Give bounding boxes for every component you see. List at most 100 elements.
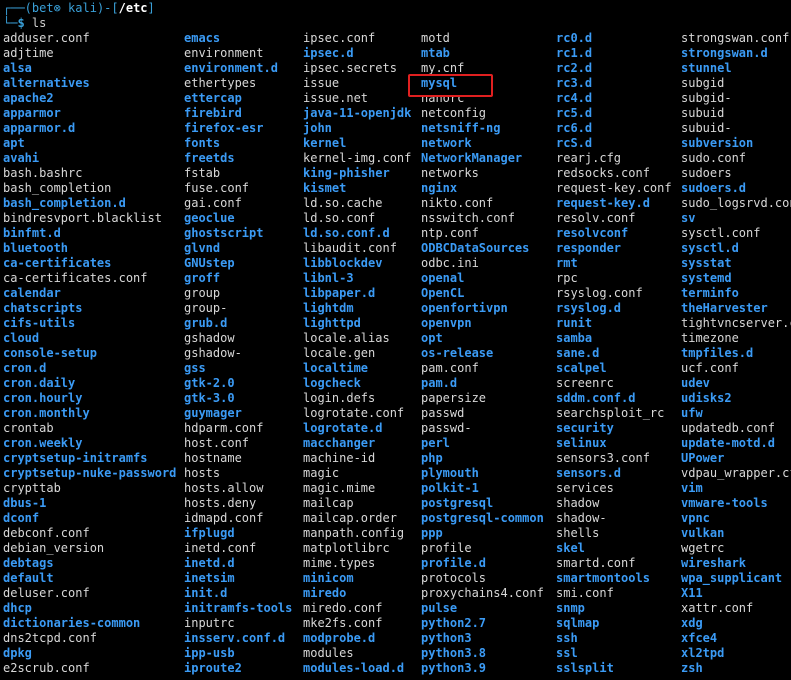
directory-entry: UPower [681,451,725,465]
directory-entry: rc2.d [556,61,593,75]
directory-entry: request-key.d [556,196,650,210]
prompt-corner: └─ [3,16,18,30]
directory-entry: scalpel [556,361,607,375]
file-entry: magic [303,466,340,480]
directory-entry: rc5.d [556,106,593,120]
directory-entry: cron.hourly [3,391,83,405]
directory-entry: ipsec.d [303,46,354,60]
directory-entry: snmp [556,601,585,615]
directory-entry: freetds [184,151,235,165]
file-entry: rpc [556,271,578,285]
command-line[interactable]: └─$ ls [3,16,46,31]
directory-entry: minicom [303,571,354,585]
file-entry: ntp.conf [421,226,479,240]
file-entry: wgetrc [681,541,725,555]
command-text: ls [31,16,47,30]
directory-entry: rc4.d [556,91,593,105]
directory-entry: apache2 [3,91,54,105]
file-entry: host.conf [184,436,250,450]
ls-column: adduser.conf adjtime alsa alternatives apach… [3,31,177,676]
file-entry: vdpau_wrapper.cfg [681,466,791,480]
directory-entry: ifplugd [184,526,235,540]
file-entry: hostname [184,451,242,465]
prompt-path: /etc [118,1,148,15]
directory-entry: init.d [184,586,228,600]
file-entry: locale.gen [303,346,376,360]
directory-entry: vulkan [681,526,725,540]
directory-entry: gtk-2.0 [184,376,235,390]
directory-entry: emacs [184,31,221,45]
file-entry: logrotate.conf [303,406,405,420]
directory-entry: udev [681,376,710,390]
file-entry: ucf.conf [681,361,739,375]
directory-entry: dconf [3,511,40,525]
directory-entry: security [556,421,614,435]
prompt-close: ] [147,1,155,15]
directory-entry: vpnc [681,511,710,525]
file-entry: shells [556,526,600,540]
directory-entry: logrotate.d [303,421,383,435]
directory-entry: cryptsetup-initramfs [3,451,148,465]
directory-entry: xfce4 [681,631,718,645]
file-entry: gshadow- [184,346,242,360]
directory-entry: calendar [3,286,61,300]
directory-entry: inetd.d [184,556,235,570]
directory-entry: insserv.conf.d [184,631,286,645]
directory-entry: ODBCDataSources [421,241,530,255]
ls-column: motd mtab my.cnf mysql nanorc netconfig netsni… [421,31,551,676]
directory-entry: netsniff-ng [421,121,501,135]
terminal-window[interactable]: ┌──(bet⊗ kali)-[/etc] └─$ ls adduser.con… [0,0,791,680]
directory-entry: dhcp [3,601,32,615]
file-entry: crontab [3,421,54,435]
file-entry: nsswitch.conf [421,211,515,225]
directory-entry: king-phisher [303,166,390,180]
directory-entry: NetworkManager [421,151,523,165]
directory-entry: firebird [184,106,242,120]
file-entry: gshadow [184,331,235,345]
file-entry: odbc.ini [421,256,479,270]
prompt-mid: )-[ [96,1,119,15]
directory-entry: vim [681,481,703,495]
directory-entry: xl2tpd [681,646,725,660]
directory-entry: sensors.d [556,466,622,480]
directory-entry: groff [184,271,221,285]
file-entry: bash_completion [3,181,112,195]
directory-entry: ghostscript [184,226,264,240]
directory-entry: strongswan.d [681,46,768,60]
directory-entry: apt [3,136,25,150]
mysql-highlight-box [408,74,493,97]
file-entry: inetd.conf [184,541,257,555]
file-entry: login.defs [303,391,376,405]
file-entry: subuid- [681,121,732,135]
file-entry: matplotlibrc [303,541,390,555]
directory-entry: debtags [3,556,54,570]
directory-entry: ssh [556,631,578,645]
directory-entry: systemd [681,271,732,285]
directory-entry: console-setup [3,346,97,360]
file-entry: inputrc [184,616,235,630]
file-entry: group [184,286,221,300]
file-entry: fstab [184,166,221,180]
directory-entry: perl [421,436,450,450]
file-entry: modules [303,646,354,660]
directory-entry: kernel [303,136,347,150]
directory-entry: python3.8 [421,646,487,660]
directory-entry: zsh [681,661,703,675]
directory-entry: stunnel [681,61,732,75]
directory-entry: chatscripts [3,301,83,315]
directory-entry: cryptsetup-nuke-password [3,466,177,480]
file-entry: screenrc [556,376,614,390]
file-entry: redsocks.conf [556,166,650,180]
directory-entry: rsyslog.d [556,301,622,315]
directory-entry: OpenCL [421,286,465,300]
file-entry: mke2fs.conf [303,616,383,630]
file-entry: tightvncserver.conf [681,316,791,330]
directory-entry: rc3.d [556,76,593,90]
directory-entry: ld.so.conf.d [303,226,390,240]
file-entry: gai.conf [184,196,242,210]
directory-entry: network [421,136,472,150]
directory-entry: libnl-3 [303,271,354,285]
directory-entry: bash_completion.d [3,196,126,210]
directory-entry: rc6.d [556,121,593,135]
directory-entry: python3.9 [421,661,487,675]
